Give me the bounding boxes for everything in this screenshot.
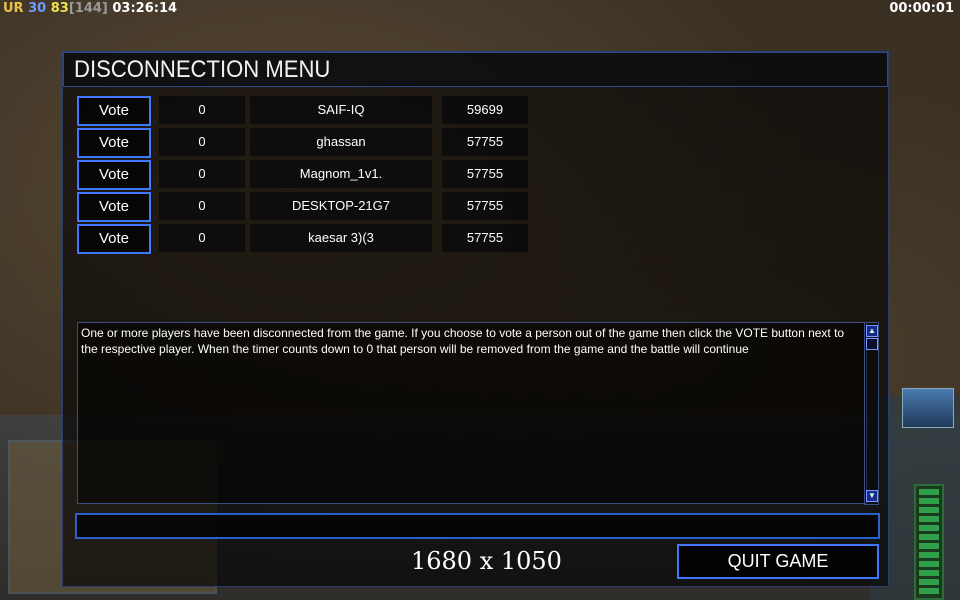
player-name: SAIF-IQ (250, 96, 432, 124)
player-timer: 57755 (442, 224, 528, 252)
vote-count: 0 (159, 224, 245, 252)
vote-button[interactable]: Vote (77, 224, 151, 254)
vote-count: 0 (159, 96, 245, 124)
message-scrollbar[interactable]: ▲ ▼ (864, 322, 879, 505)
dialog-title-bar: DISCONNECTION MENU (63, 52, 888, 87)
vote-button[interactable]: Vote (77, 128, 151, 158)
vote-count: 0 (159, 160, 245, 188)
message-log: One or more players have been disconnect… (77, 322, 867, 504)
disconnect-timer: 00:00:01 (889, 1, 954, 16)
player-timer: 57755 (442, 160, 528, 188)
disconnection-dialog: DISCONNECTION MENU Vote 0 SAIF-IQ 59699 … (62, 51, 889, 587)
player-timer: 59699 (442, 96, 528, 124)
resolution-label: 1680 x 1050 (411, 547, 562, 575)
game-clock: 03:26:14 (112, 1, 178, 16)
player-name: Magnom_1v1. (250, 160, 432, 188)
stat-bracket: [144] (68, 1, 108, 16)
vote-button[interactable]: Vote (77, 96, 151, 126)
vote-count: 0 (159, 192, 245, 220)
power-meter (914, 484, 944, 600)
player-name: DESKTOP-21G7 (250, 192, 432, 220)
player-timer: 57755 (442, 128, 528, 156)
player-timer: 57755 (442, 192, 528, 220)
player-name: ghassan (250, 128, 432, 156)
stat-blue: 30 (28, 1, 47, 16)
scroll-thumb[interactable] (866, 338, 878, 350)
player-name: kaesar 3)(3 (250, 224, 432, 252)
satellite-icon (902, 388, 954, 428)
chat-input[interactable] (75, 513, 880, 539)
quit-game-button[interactable]: QUIT GAME (677, 544, 879, 579)
vote-button[interactable]: Vote (77, 192, 151, 222)
hud-stats: UR 30 83[144] 03:26:14 (3, 1, 177, 16)
stat-yellow: 83 (50, 1, 69, 16)
disconnect-message: One or more players have been disconnect… (81, 326, 845, 356)
vote-count: 0 (159, 128, 245, 156)
faction-label: UR (3, 1, 24, 16)
dialog-title: DISCONNECTION MENU (74, 56, 331, 83)
scroll-up-icon[interactable]: ▲ (866, 325, 878, 337)
vote-button[interactable]: Vote (77, 160, 151, 190)
scroll-down-icon[interactable]: ▼ (866, 490, 878, 502)
